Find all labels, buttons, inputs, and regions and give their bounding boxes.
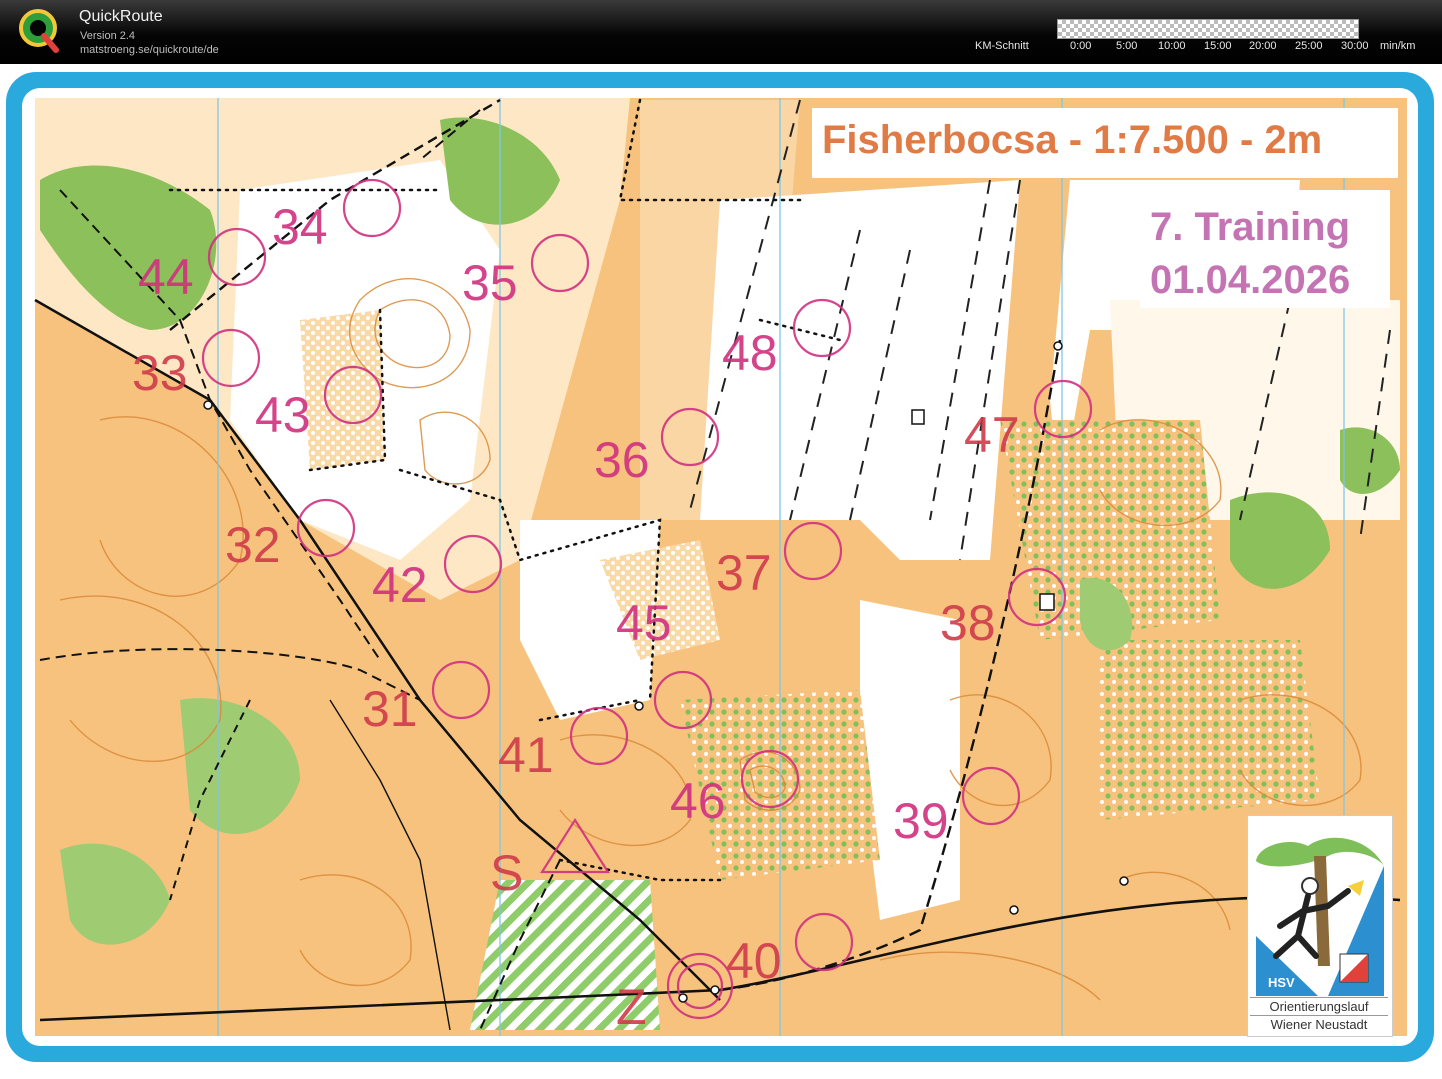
control-number-label: 39 bbox=[893, 793, 949, 849]
control-number-label: 47 bbox=[964, 407, 1020, 463]
pace-tick: 5:00 bbox=[1116, 40, 1138, 52]
club-logo-short: HSV bbox=[1268, 975, 1295, 990]
control-number-label: 44 bbox=[138, 249, 194, 305]
control-number-label: 35 bbox=[462, 255, 518, 311]
control-number-label: S bbox=[490, 845, 524, 901]
control-number-label: 46 bbox=[670, 773, 726, 829]
club-logo-line1: Orientierungslauf bbox=[1250, 997, 1388, 1014]
control-number-label: 42 bbox=[372, 557, 428, 613]
pace-tick: 15:00 bbox=[1204, 40, 1232, 52]
pace-scale-bar bbox=[1057, 19, 1359, 39]
map-title: Fisherbocsa - 1:7.500 - 2m bbox=[822, 118, 1323, 162]
app-header: QuickRoute Version 2.4 matstroeng.se/qui… bbox=[0, 0, 1442, 64]
event-date: 01.04.2026 bbox=[1150, 258, 1351, 302]
control-number-label: 45 bbox=[616, 595, 672, 651]
control-number-label: Z bbox=[616, 979, 647, 1035]
control-number-label: 40 bbox=[726, 933, 782, 989]
app-version: Version 2.4 bbox=[80, 30, 136, 42]
control-number-label: 43 bbox=[255, 387, 311, 443]
control-number-label: 33 bbox=[132, 345, 188, 401]
control-number-label: 41 bbox=[498, 727, 554, 783]
app-title: QuickRoute bbox=[79, 8, 163, 25]
control-number-label: 38 bbox=[940, 595, 996, 651]
control-number-label: 36 bbox=[594, 432, 650, 488]
control-number-label: 34 bbox=[272, 199, 328, 255]
club-logo-line2: Wiener Neustadt bbox=[1250, 1015, 1388, 1032]
pace-scale-label: KM-Schnitt bbox=[975, 40, 1029, 52]
control-number-label: 48 bbox=[722, 325, 778, 381]
event-title: 7. Training bbox=[1150, 205, 1351, 249]
control-number-label: 31 bbox=[362, 681, 418, 737]
pace-tick: 30:00 bbox=[1341, 40, 1369, 52]
pace-tick: 10:00 bbox=[1158, 40, 1186, 52]
pace-tick: 25:00 bbox=[1295, 40, 1323, 52]
app-url[interactable]: matstroeng.se/quickroute/de bbox=[80, 44, 219, 56]
pace-tick: 20:00 bbox=[1249, 40, 1277, 52]
control-number-label: 32 bbox=[225, 517, 281, 573]
quickroute-logo-icon bbox=[19, 9, 59, 53]
pace-tick: min/km bbox=[1380, 40, 1416, 52]
control-number-label: 37 bbox=[716, 545, 772, 601]
pace-tick: 0:00 bbox=[1070, 40, 1092, 52]
